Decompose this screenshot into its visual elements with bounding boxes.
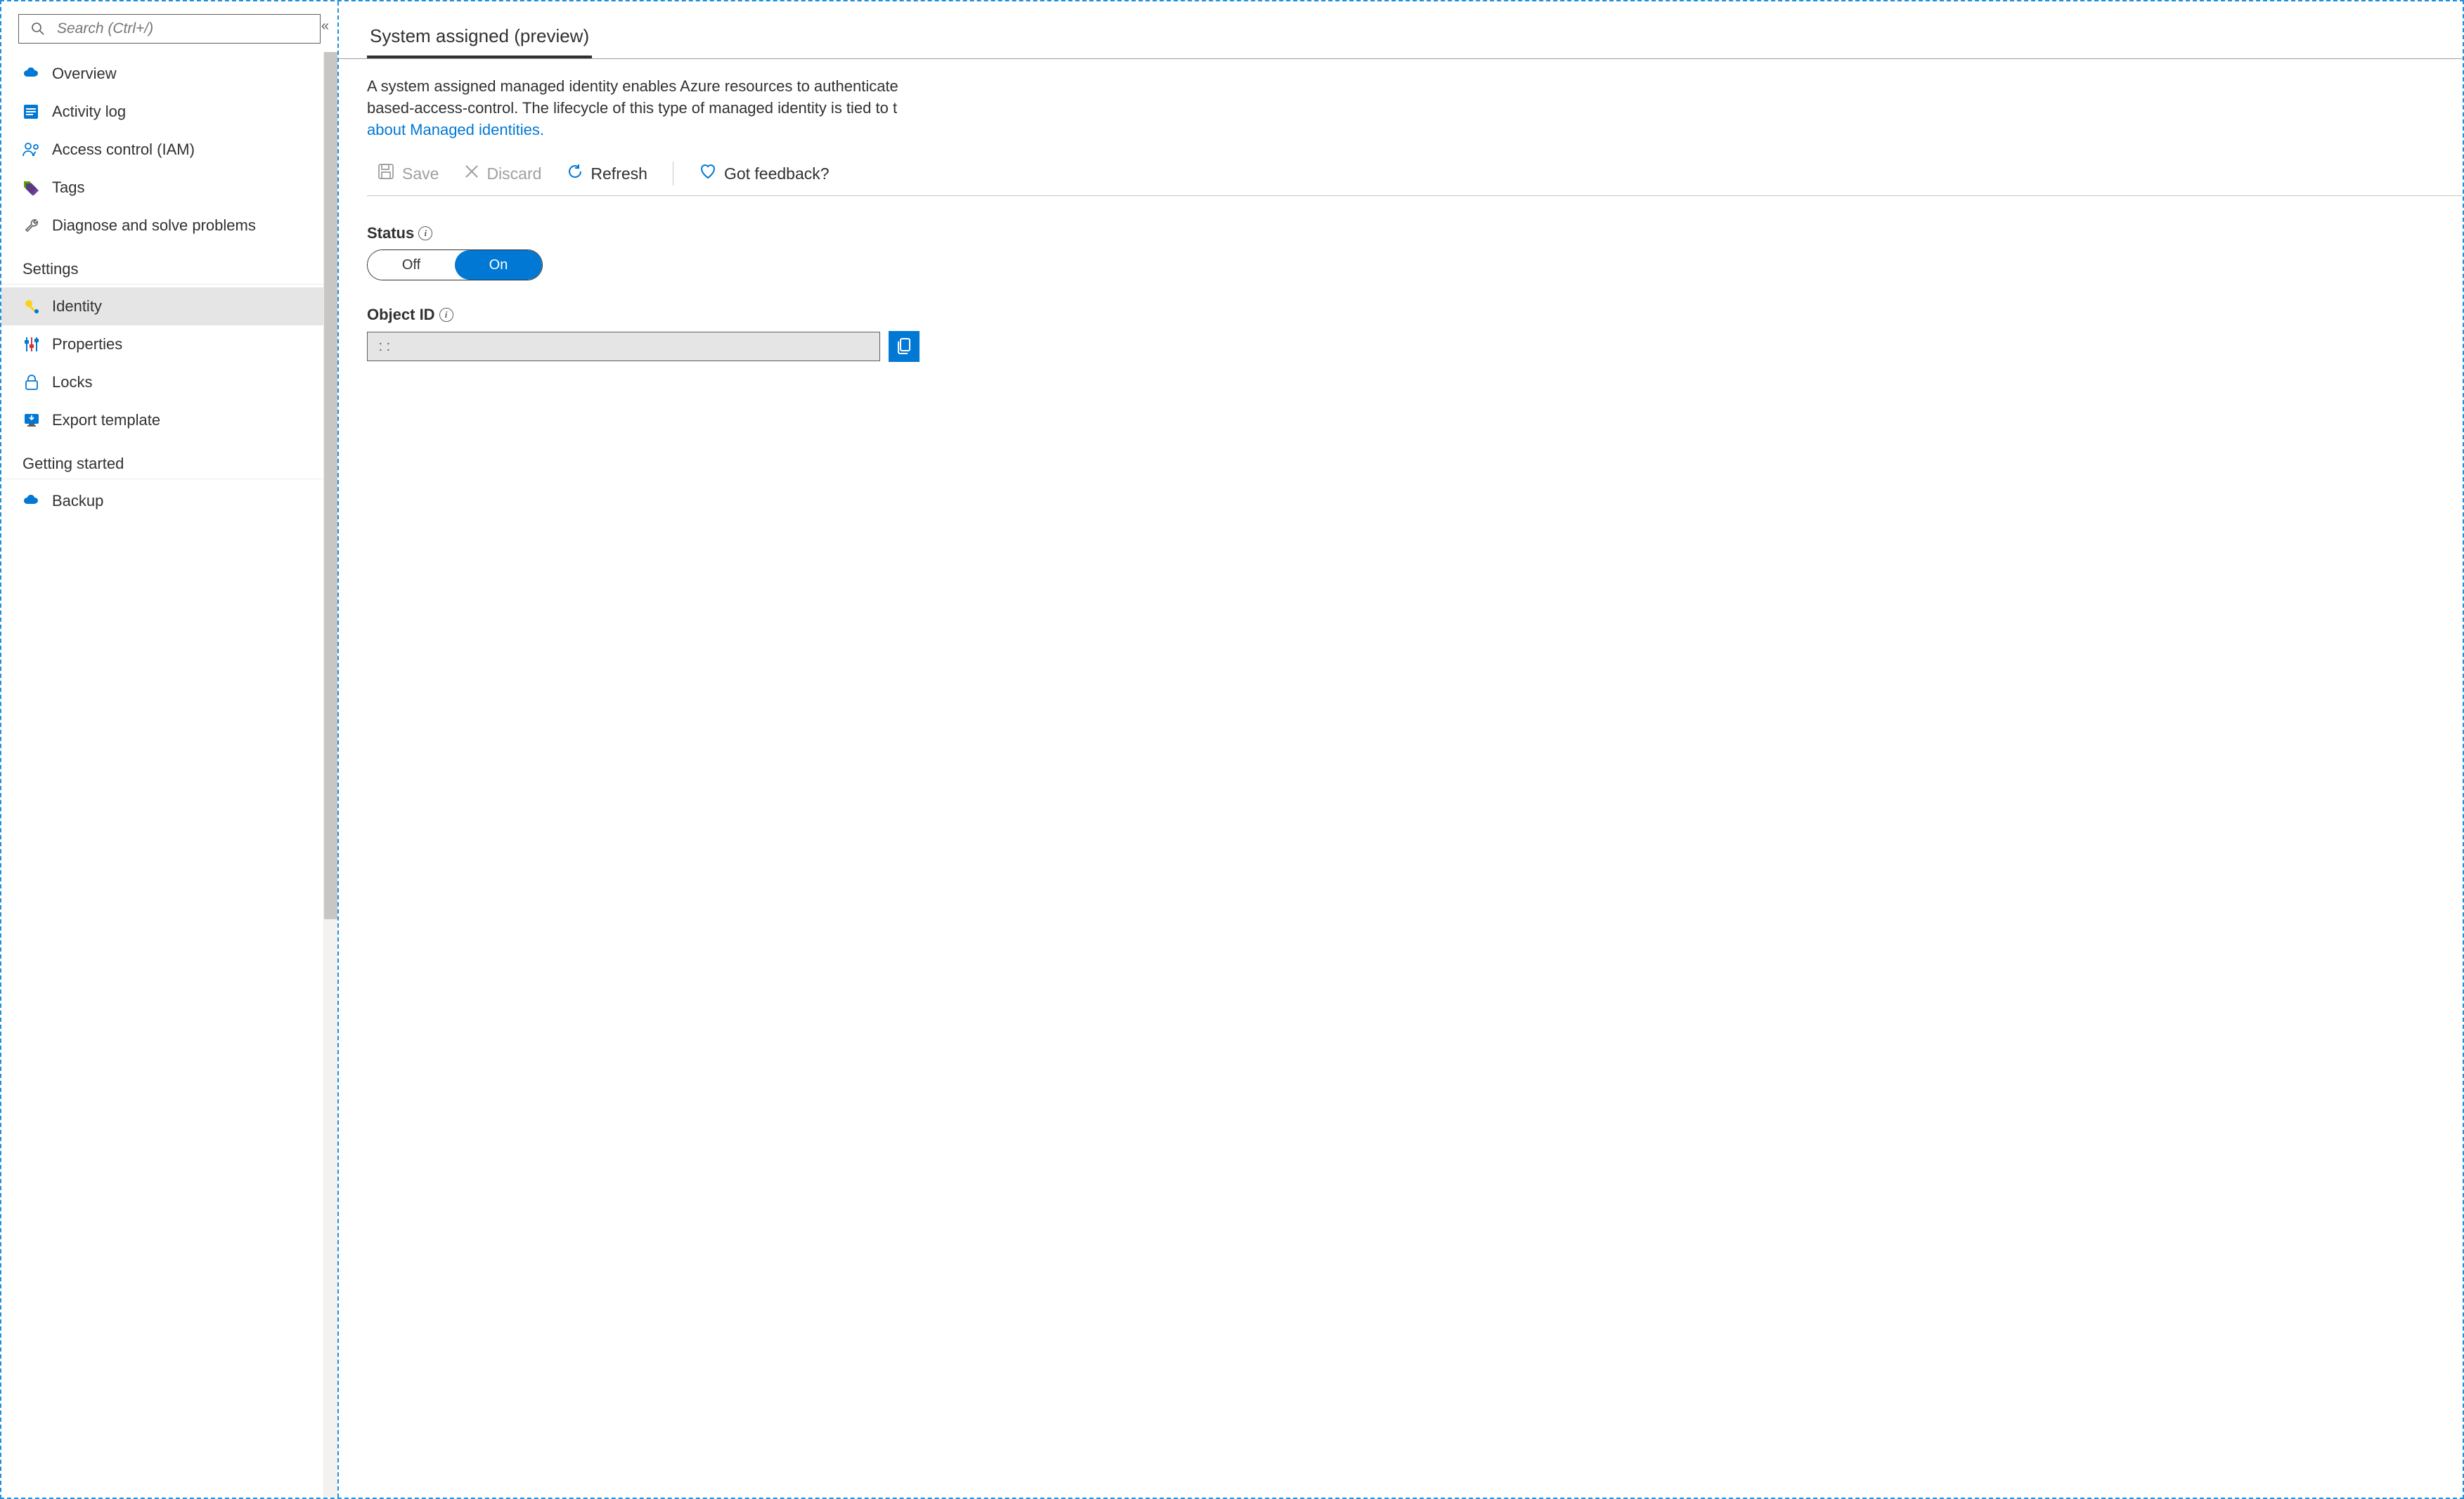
object-id-label-row: Object ID i bbox=[367, 306, 2434, 324]
sliders-icon bbox=[22, 335, 41, 353]
sidebar-item-label: Diagnose and solve problems bbox=[52, 216, 256, 235]
sidebar-item-label: Tags bbox=[52, 179, 84, 197]
sidebar-item-overview[interactable]: Overview bbox=[1, 55, 337, 93]
section-header-settings: Settings bbox=[1, 245, 337, 285]
info-icon[interactable]: i bbox=[418, 226, 432, 240]
sidebar-item-identity[interactable]: Identity bbox=[1, 287, 337, 325]
sidebar-item-label: Identity bbox=[52, 297, 102, 316]
sidebar-item-label: Access control (IAM) bbox=[52, 141, 195, 159]
app-root: « Overview bbox=[0, 0, 2464, 1499]
status-on-button[interactable]: On bbox=[455, 250, 542, 280]
object-id-label: Object ID bbox=[367, 306, 435, 324]
collapse-sidebar-button[interactable]: « bbox=[321, 18, 329, 34]
chevron-double-left-icon: « bbox=[321, 18, 329, 34]
search-container bbox=[1, 14, 337, 52]
status-label: Status bbox=[367, 224, 414, 242]
close-icon bbox=[464, 164, 479, 183]
object-id-input[interactable] bbox=[367, 332, 880, 361]
sidebar-item-label: Export template bbox=[52, 411, 160, 429]
section-header-getting-started: Getting started bbox=[1, 439, 337, 479]
save-label: Save bbox=[402, 164, 439, 183]
save-icon bbox=[377, 162, 395, 185]
intro-text: A system assigned managed identity enabl… bbox=[339, 59, 2463, 153]
cloud-icon bbox=[22, 65, 41, 83]
nav-list: Overview Activity log Access control (IA… bbox=[1, 52, 337, 520]
wrench-icon bbox=[22, 216, 41, 235]
search-input[interactable] bbox=[57, 20, 310, 37]
sidebar: « Overview bbox=[1, 1, 339, 1498]
sidebar-item-label: Overview bbox=[52, 65, 117, 83]
sidebar-item-label: Activity log bbox=[52, 103, 126, 121]
save-button[interactable]: Save bbox=[377, 162, 439, 185]
sidebar-item-locks[interactable]: Locks bbox=[1, 363, 337, 401]
info-icon[interactable]: i bbox=[439, 308, 453, 322]
copy-button[interactable] bbox=[889, 331, 920, 362]
key-icon bbox=[22, 297, 41, 316]
sidebar-item-label: Properties bbox=[52, 335, 122, 353]
scrollbar-thumb[interactable] bbox=[324, 52, 337, 919]
status-toggle[interactable]: Off On bbox=[367, 249, 543, 280]
export-icon bbox=[22, 411, 41, 429]
object-id-row bbox=[367, 331, 2434, 362]
search-icon bbox=[29, 20, 47, 38]
sidebar-scroll-area: Overview Activity log Access control (IA… bbox=[1, 52, 337, 1498]
intro-line-2: based-access-control. The lifecycle of t… bbox=[367, 99, 897, 117]
sidebar-item-activity-log[interactable]: Activity log bbox=[1, 93, 337, 131]
feedback-label: Got feedback? bbox=[724, 164, 830, 183]
status-label-row: Status i bbox=[367, 224, 2434, 242]
feedback-button[interactable]: Got feedback? bbox=[699, 163, 830, 184]
tag-icon bbox=[22, 179, 41, 197]
copy-icon bbox=[896, 337, 912, 357]
discard-button[interactable]: Discard bbox=[464, 164, 541, 183]
refresh-label: Refresh bbox=[591, 164, 647, 183]
discard-label: Discard bbox=[486, 164, 541, 183]
intro-line-1: A system assigned managed identity enabl… bbox=[367, 77, 898, 95]
refresh-icon bbox=[567, 163, 583, 184]
scrollbar[interactable] bbox=[323, 52, 337, 1498]
search-box[interactable] bbox=[18, 14, 321, 44]
form-area: Status i Off On Object ID i bbox=[339, 196, 2463, 362]
sidebar-item-access-control[interactable]: Access control (IAM) bbox=[1, 131, 337, 169]
lock-icon bbox=[22, 373, 41, 391]
toolbar: Save Discard Refresh Got feedback? bbox=[367, 153, 2463, 196]
main-content: System assigned (preview) A system assig… bbox=[339, 1, 2463, 1498]
sidebar-item-tags[interactable]: Tags bbox=[1, 169, 337, 207]
sidebar-item-diagnose[interactable]: Diagnose and solve problems bbox=[1, 207, 337, 245]
status-off-button[interactable]: Off bbox=[368, 250, 455, 280]
sidebar-item-backup[interactable]: Backup bbox=[1, 482, 337, 520]
tab-system-assigned[interactable]: System assigned (preview) bbox=[367, 18, 592, 58]
people-icon bbox=[22, 141, 41, 159]
refresh-button[interactable]: Refresh bbox=[567, 163, 647, 184]
managed-identities-link[interactable]: about Managed identities. bbox=[367, 121, 544, 138]
sidebar-item-export-template[interactable]: Export template bbox=[1, 401, 337, 439]
log-icon bbox=[22, 103, 41, 121]
heart-icon bbox=[699, 163, 717, 184]
sidebar-item-label: Backup bbox=[52, 492, 103, 510]
sidebar-item-properties[interactable]: Properties bbox=[1, 325, 337, 363]
sidebar-item-label: Locks bbox=[52, 373, 92, 391]
cloud-icon bbox=[22, 492, 41, 510]
tab-bar: System assigned (preview) bbox=[339, 18, 2463, 59]
